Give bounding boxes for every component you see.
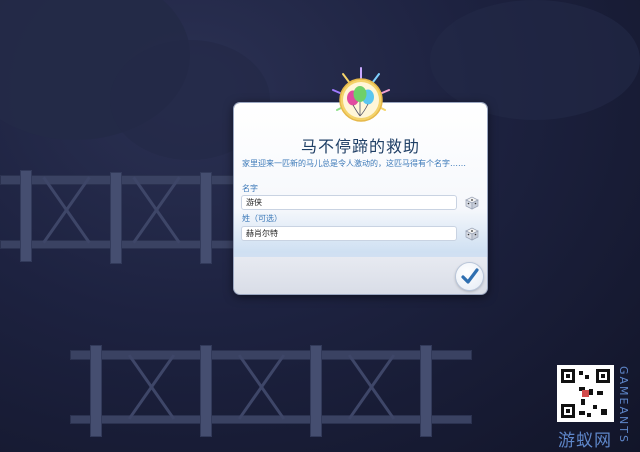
dialog-title: 马不停蹄的救助: [300, 137, 420, 156]
watermark-side-text: GAMEANTS: [617, 366, 630, 444]
last-name-label: 姓（可选）: [242, 214, 282, 223]
fence-post: [20, 170, 32, 262]
last-name-input[interactable]: 赫肖尔特: [241, 226, 457, 241]
randomize-first-name-dice-icon[interactable]: [463, 195, 481, 210]
fence-post: [110, 172, 122, 264]
foliage: [430, 0, 640, 120]
dialog-description: 家里迎来一匹新的马儿总是令人激动的，这匹马得有个名字……: [242, 159, 466, 168]
fence-post: [90, 345, 102, 437]
randomize-last-name-dice-icon[interactable]: [463, 226, 481, 241]
fence-post: [420, 345, 432, 437]
celebration-balloons-icon: [332, 67, 390, 122]
first-name-input[interactable]: 游侠: [241, 195, 457, 210]
checkmark-icon: [461, 268, 479, 284]
dialog-footer: [234, 257, 487, 294]
fence-post: [310, 345, 322, 437]
first-name-label: 名字: [242, 184, 258, 193]
fence-post: [200, 172, 212, 264]
fence-post: [200, 345, 212, 437]
confirm-button[interactable]: [456, 263, 483, 290]
watermark-brand-text: 游蚁网: [558, 431, 612, 451]
